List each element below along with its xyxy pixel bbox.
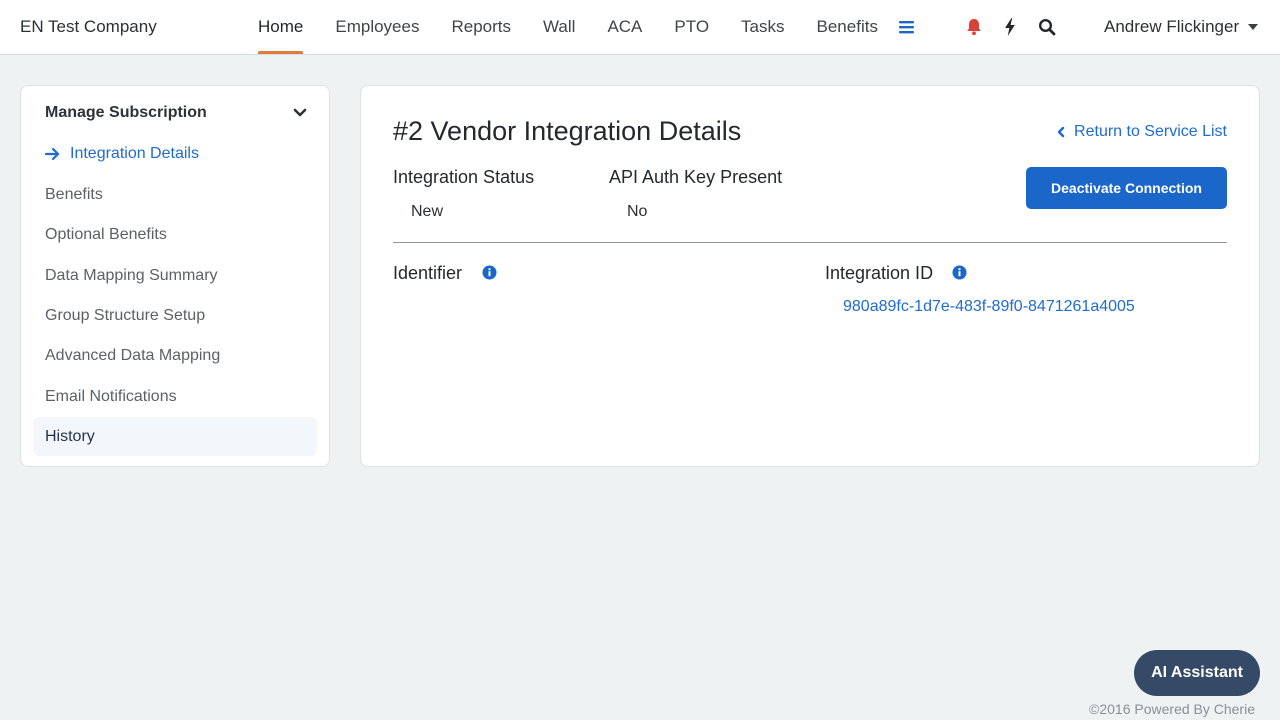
nav-pto[interactable]: PTO <box>674 0 709 54</box>
deactivate-connection-button[interactable]: Deactivate Connection <box>1026 167 1227 209</box>
nav-employees[interactable]: Employees <box>335 0 419 54</box>
manage-subscription-toggle[interactable]: Manage Subscription <box>45 104 307 122</box>
bell-icon[interactable] <box>963 16 985 38</box>
nav-wall[interactable]: Wall <box>543 0 575 54</box>
info-icon[interactable] <box>952 265 967 280</box>
identifier-label: Identifier <box>393 263 463 283</box>
user-menu[interactable]: Andrew Flickinger <box>1104 17 1259 37</box>
integration-status-label: Integration Status <box>393 167 535 187</box>
return-link-label: Return to Service List <box>1074 123 1227 140</box>
section-divider <box>393 242 1227 243</box>
integration-details-card: #2 Vendor Integration Details Return to … <box>360 85 1260 467</box>
api-auth-key-label: API Auth Key Present <box>609 167 783 187</box>
sidebar-item-group-structure-setup[interactable]: Group Structure Setup <box>33 296 317 335</box>
sidebar-title: Manage Subscription <box>45 104 207 121</box>
caret-down-icon <box>1248 24 1259 30</box>
info-icon[interactable] <box>482 265 497 280</box>
sidebar-item-history[interactable]: History <box>33 417 317 456</box>
sidebar-item-benefits[interactable]: Benefits <box>33 175 317 214</box>
menu-icon[interactable] <box>898 19 915 35</box>
top-navigation-bar: EN Test Company Home Employees Reports W… <box>0 0 1280 55</box>
nav-aca[interactable]: ACA <box>607 0 642 54</box>
main-nav: Home Employees Reports Wall ACA PTO Task… <box>258 0 910 54</box>
sidebar-item-integration-details[interactable]: Integration Details <box>33 134 317 173</box>
search-icon[interactable] <box>1036 16 1058 38</box>
sidebar-item-advanced-data-mapping[interactable]: Advanced Data Mapping <box>33 336 317 375</box>
sidebar-item-label: Integration Details <box>70 144 199 162</box>
nav-benefits[interactable]: Benefits <box>817 0 878 54</box>
page-title: #2 Vendor Integration Details <box>393 116 742 146</box>
arrow-right-icon <box>45 147 60 161</box>
api-auth-key-value: No <box>627 203 648 220</box>
company-name[interactable]: EN Test Company <box>20 17 157 37</box>
footer-copyright: ©2016 Powered By Cherie <box>1089 701 1255 717</box>
nav-reports[interactable]: Reports <box>451 0 511 54</box>
integration-id-value[interactable]: 980a89fc-1d7e-483f-89f0-8471261a4005 <box>843 298 1135 316</box>
integration-id-label: Integration ID <box>825 263 934 283</box>
integration-status-value: New <box>411 203 444 220</box>
nav-home[interactable]: Home <box>258 0 304 54</box>
ai-assistant-button[interactable]: AI Assistant <box>1134 650 1260 696</box>
chevron-left-icon <box>1057 126 1065 138</box>
return-to-service-list-link[interactable]: Return to Service List <box>1057 123 1227 141</box>
chevron-down-icon <box>293 108 307 117</box>
bolt-icon[interactable] <box>999 16 1021 38</box>
sidebar-item-email-notifications[interactable]: Email Notifications <box>33 377 317 416</box>
sidebar-item-optional-benefits[interactable]: Optional Benefits <box>33 215 317 254</box>
sidebar-item-data-mapping-summary[interactable]: Data Mapping Summary <box>33 256 317 295</box>
user-name: Andrew Flickinger <box>1104 17 1240 36</box>
nav-tasks[interactable]: Tasks <box>741 0 784 54</box>
sidebar: Manage Subscription Integration Details … <box>20 85 330 467</box>
